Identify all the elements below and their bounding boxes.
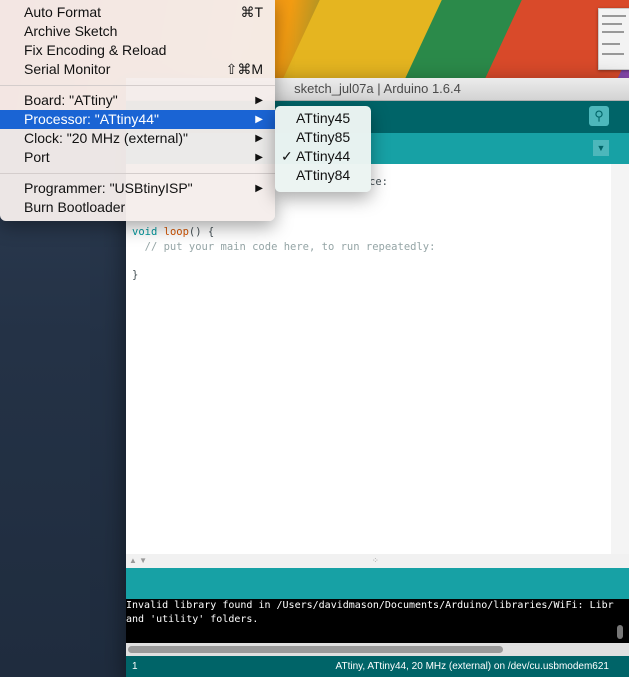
board-info: ATtiny, ATtiny44, 20 MHz (external) on /… xyxy=(335,661,609,672)
menu-item-label: Processor: "ATtiny44" xyxy=(24,111,159,127)
code-line-loop: void loop() { xyxy=(132,226,214,238)
menu-item-programmer[interactable]: Programmer: "USBtinyISP" ▶ xyxy=(0,179,275,198)
menu-shortcut: ⌘T xyxy=(240,4,263,20)
menu-item-label: Fix Encoding & Reload xyxy=(24,42,167,58)
submenu-arrow-icon: ▶ xyxy=(255,183,263,194)
scroll-arrows-icon[interactable]: ▲ ▼ xyxy=(129,556,147,565)
submenu-arrow-icon: ▶ xyxy=(255,152,263,163)
menu-item-label: Programmer: "USBtinyISP" xyxy=(24,180,193,196)
submenu-item-attiny44[interactable]: ✓ ATtiny44 xyxy=(275,147,371,166)
submenu-item-label: ATtiny84 xyxy=(296,167,351,183)
menu-item-port[interactable]: Port ▶ xyxy=(0,148,275,167)
code-editor[interactable]: ce: void loop() { // put your main code … xyxy=(126,164,611,554)
status-bar: 1 ATtiny, ATtiny44, 20 MHz (external) on… xyxy=(126,656,629,677)
desktop-document-thumbnail[interactable] xyxy=(598,8,629,70)
submenu-item-attiny84[interactable]: ATtiny84 xyxy=(275,166,371,185)
message-bar xyxy=(126,568,629,599)
resize-grip-icon[interactable]: ⁘ xyxy=(372,556,379,565)
code-comment: // put your main code here, to run repea… xyxy=(132,241,436,253)
menu-separator xyxy=(0,85,275,86)
code-rest: () { xyxy=(188,226,215,238)
chevron-down-icon: ▼ xyxy=(596,143,606,153)
menu-item-label: Burn Bootloader xyxy=(24,199,126,215)
menu-item-label: Archive Sketch xyxy=(24,23,118,39)
editor-horizontal-scrollbar[interactable]: ▲ ▼ ⁘ xyxy=(126,554,629,568)
submenu-item-label: ATtiny44 xyxy=(296,148,351,164)
checkmark-icon: ✓ xyxy=(281,148,293,164)
menu-item-label: Serial Monitor xyxy=(24,61,111,77)
keyword: void xyxy=(132,226,158,238)
menu-item-label: Auto Format xyxy=(24,4,102,20)
submenu-arrow-icon: ▶ xyxy=(255,133,263,144)
tab-menu-button[interactable]: ▼ xyxy=(593,140,609,156)
menu-item-label: Port xyxy=(24,149,50,165)
serial-monitor-button[interactable]: ⚲ xyxy=(589,106,609,126)
menu-item-auto-format[interactable]: Auto Format ⌘T xyxy=(0,3,275,22)
console-scrollbar-thumb[interactable] xyxy=(617,625,623,639)
submenu-arrow-icon: ▶ xyxy=(255,114,263,125)
submenu-item-label: ATtiny85 xyxy=(296,129,351,145)
menu-item-processor[interactable]: Processor: "ATtiny44" ▶ xyxy=(0,110,275,129)
submenu-arrow-icon: ▶ xyxy=(255,95,263,106)
console-output[interactable]: Invalid library found in /Users/davidmas… xyxy=(126,599,629,643)
submenu-item-attiny85[interactable]: ATtiny85 xyxy=(275,128,371,147)
menu-item-fix-encoding[interactable]: Fix Encoding & Reload xyxy=(0,41,275,60)
console-scroll-thumb[interactable] xyxy=(128,646,503,653)
menu-item-clock[interactable]: Clock: "20 MHz (external)" ▶ xyxy=(0,129,275,148)
code-line-close: } xyxy=(132,269,139,281)
submenu-item-label: ATtiny45 xyxy=(296,110,351,126)
console-line: and 'utility' folders. xyxy=(126,614,259,625)
menu-item-burn-bootloader[interactable]: Burn Bootloader xyxy=(0,198,275,217)
menu-item-label: Clock: "20 MHz (external)" xyxy=(24,130,188,146)
menu-separator xyxy=(0,173,275,174)
console-horizontal-scrollbar[interactable] xyxy=(126,643,629,656)
processor-submenu: ATtiny45 ATtiny85 ✓ ATtiny44 ATtiny84 xyxy=(275,106,371,192)
menu-item-board[interactable]: Board: "ATtiny" ▶ xyxy=(0,91,275,110)
menu-item-label: Board: "ATtiny" xyxy=(24,92,118,108)
line-number: 1 xyxy=(132,661,138,672)
code-line-partial: ce: xyxy=(369,176,388,188)
editor-scrollbar[interactable] xyxy=(611,164,629,554)
menu-item-archive-sketch[interactable]: Archive Sketch xyxy=(0,22,275,41)
magnifier-icon: ⚲ xyxy=(594,108,604,123)
submenu-item-attiny45[interactable]: ATtiny45 xyxy=(275,109,371,128)
menu-shortcut: ⇧⌘M xyxy=(225,61,263,77)
console-line: Invalid library found in /Users/davidmas… xyxy=(126,600,614,611)
tools-menu: Auto Format ⌘T Archive Sketch Fix Encodi… xyxy=(0,0,275,221)
menu-item-serial-monitor[interactable]: Serial Monitor ⇧⌘M xyxy=(0,60,275,79)
function-name: loop xyxy=(163,226,189,238)
